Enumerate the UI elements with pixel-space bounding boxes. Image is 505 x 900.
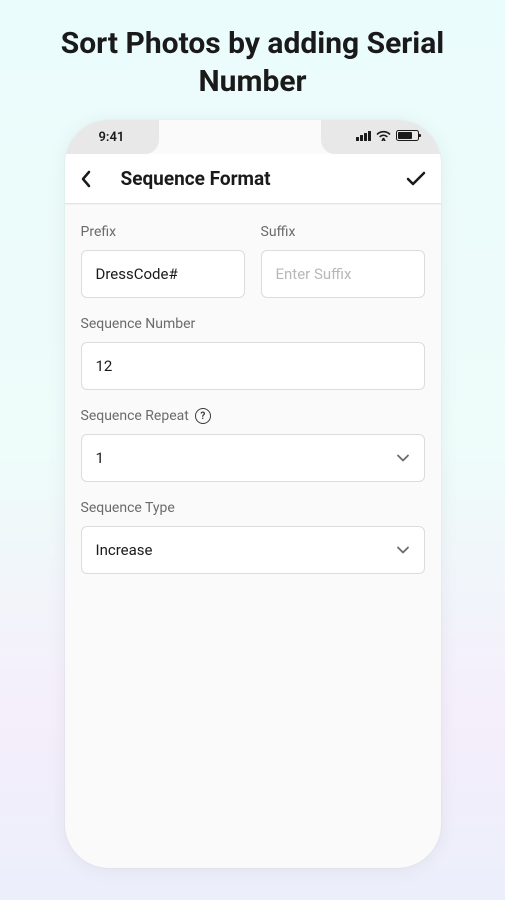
help-icon[interactable]: ?: [195, 408, 211, 424]
suffix-label: Suffix: [261, 224, 425, 240]
sequence-repeat-label: Sequence Repeat: [81, 408, 189, 424]
sequence-number-field: Sequence Number: [81, 316, 425, 390]
sequence-type-value: Increase: [96, 541, 153, 559]
signal-icon: [356, 130, 371, 141]
sequence-type-field: Sequence Type Increase: [81, 500, 425, 574]
sequence-type-select[interactable]: Increase: [81, 526, 425, 574]
sequence-repeat-field: Sequence Repeat ? 1: [81, 408, 425, 482]
page-title: Sort Photos by adding Serial Number: [0, 0, 505, 120]
status-bar: 9:41: [65, 120, 441, 154]
app-header: Sequence Format: [65, 154, 441, 204]
chevron-down-icon: [396, 454, 410, 462]
prefix-input[interactable]: [96, 265, 230, 283]
back-button[interactable]: [79, 161, 115, 197]
sequence-repeat-select[interactable]: 1: [81, 434, 425, 482]
chevron-left-icon: [79, 169, 93, 189]
battery-icon: [396, 130, 419, 141]
chevron-down-icon: [396, 546, 410, 554]
header-title: Sequence Format: [115, 167, 391, 190]
prefix-label: Prefix: [81, 224, 245, 240]
suffix-input[interactable]: [276, 265, 410, 283]
form-content: Prefix Suffix Sequence Number Sequence R…: [65, 204, 441, 612]
status-time: 9:41: [99, 130, 125, 145]
sequence-type-label: Sequence Type: [81, 500, 425, 516]
phone-frame: 9:41: [65, 120, 441, 868]
wifi-icon: [376, 130, 391, 141]
sequence-number-input[interactable]: [96, 357, 410, 375]
confirm-button[interactable]: [391, 161, 427, 197]
sequence-repeat-value: 1: [96, 449, 104, 467]
sequence-number-label: Sequence Number: [81, 316, 425, 332]
suffix-field: Suffix: [261, 224, 425, 298]
check-icon: [405, 170, 427, 188]
prefix-field: Prefix: [81, 224, 245, 298]
